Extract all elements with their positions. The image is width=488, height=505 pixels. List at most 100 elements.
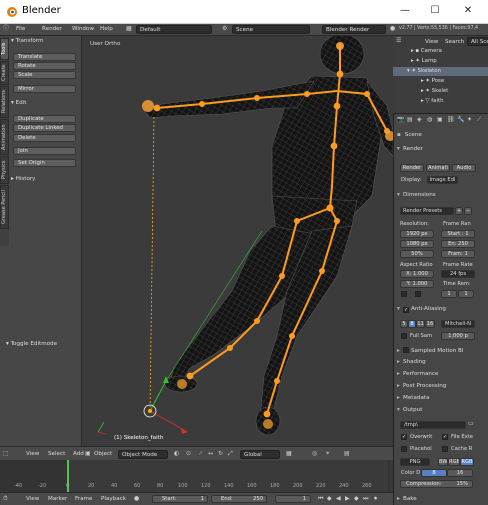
border-checkbox[interactable] [401,291,407,297]
transform-panel-header[interactable]: ▾ Transform [11,37,79,46]
3d-viewport[interactable]: User Ortho (1) Skeleton_faith [82,36,393,446]
proportional-edit-icon[interactable]: ◎ [312,450,317,458]
data-tab-icon[interactable]: ✦ [467,116,472,124]
next-keyframe-icon[interactable]: ◆ [354,495,359,503]
metadata-section-header[interactable]: ▸ Metadata [397,394,485,403]
output-section-header[interactable]: ▾ Output [397,406,485,415]
3d-view-type-icon[interactable]: ▣ [85,450,91,458]
aa-samples-16[interactable]: 16 [425,320,435,328]
audio-button[interactable]: Audio [452,164,476,172]
toggle-editmode-header[interactable]: ▾ Toggle Editmode [6,340,74,349]
resolution-percent-field[interactable]: 50% [400,250,434,258]
close-button[interactable]: ✕ [458,3,478,19]
duplicate-button[interactable]: Duplicate [13,115,76,123]
manipulator-icon[interactable]: ↗ [198,450,203,458]
scale-manip-icon[interactable]: ⤢ [228,450,233,458]
menu-file[interactable]: File [16,26,25,32]
jump-start-icon[interactable]: ⏮ [318,495,323,503]
viewport-shading-icon[interactable]: ◐ [174,450,179,458]
maximize-button[interactable]: ☐ [425,3,445,19]
file-format-select[interactable]: PNG [400,458,430,466]
play-icon[interactable]: ▶ [345,495,350,503]
outliner-search-menu[interactable]: Search [445,39,464,45]
resolution-y-field[interactable]: 1080 px [400,240,434,248]
scene-select[interactable]: Scene [232,25,310,34]
end-frame-field[interactable]: End: 250 [211,495,267,503]
file-extensions-checkbox[interactable]: ✓ [442,434,448,440]
tab-animation[interactable]: Animation [0,119,9,155]
set-origin-button[interactable]: Set Origin [13,159,76,167]
color-depth-16[interactable]: 16 [447,469,473,477]
outliner-editor-icon[interactable]: ☰ [396,37,401,45]
menu-render[interactable]: Render [42,26,62,32]
start-frame-field[interactable]: Start: 1 [152,495,208,503]
display-select[interactable]: Image Edi [427,176,458,184]
aspect-y-field[interactable]: Y: 1.000 [400,280,434,288]
outliner-item-skeleton[interactable]: ▾ ✦ Skeleton [393,67,488,76]
duplicate-linked-button[interactable]: Duplicate Linked [13,124,76,132]
outliner-item-lamp[interactable]: ▸ ✦ Lamp [393,57,488,66]
history-panel-header[interactable]: ▸ History [11,175,79,184]
motion-blur-checkbox[interactable] [403,347,409,353]
resolution-x-field[interactable]: 1920 px [400,230,434,238]
add-preset-button[interactable]: + [455,207,463,215]
aa-samples-5[interactable]: 5 [400,320,408,328]
animation-button[interactable]: Animati [426,164,450,172]
menu-object[interactable]: Object [94,451,112,457]
editor-type-icon[interactable]: ⓘ [3,25,9,33]
translate-manip-icon[interactable]: ↔ [208,450,213,458]
pivot-point-icon[interactable]: ⊙ [186,450,191,458]
output-path-field[interactable]: /tmp\ [400,421,466,429]
remove-preset-button[interactable]: − [464,207,472,215]
anti-aliasing-checkbox[interactable]: ✓ [403,307,409,313]
tab-tools[interactable]: Tools [0,38,9,60]
render-engine-select[interactable]: Blender Render [322,25,386,34]
dimensions-section-header[interactable]: ▾ Dimensions [397,191,485,200]
aa-samples-11[interactable]: 11 [416,320,425,328]
prev-keyframe-icon[interactable]: ◆ [327,495,332,503]
object-tab-icon[interactable]: ▣ [437,116,443,124]
menu-view[interactable]: View [26,451,39,457]
fps-select[interactable]: 24 fps [441,270,475,278]
bone-tab-icon[interactable]: ⟋ [477,116,481,124]
aa-filter-select[interactable]: Mitchell-N [441,320,475,328]
outliner-item-skelet[interactable]: ▸ ✦ Skelet [393,87,488,96]
time-remap-old-field[interactable]: 1 [441,290,457,298]
layers-icon[interactable]: ▦ [286,450,292,458]
menu-window[interactable]: Window [72,26,94,32]
compression-field[interactable]: Compression: 15% [400,480,473,488]
play-reverse-icon[interactable]: ◀ [336,495,341,503]
menu-add[interactable]: Add [73,451,84,457]
full-sample-checkbox[interactable] [401,333,407,339]
delete-button[interactable]: Delete [13,134,76,142]
timeline-menu-marker[interactable]: Marker [48,496,67,502]
timeline[interactable] [0,460,393,492]
3d-view-editor-icon[interactable]: ⬚ [3,450,9,458]
menu-select[interactable]: Select [48,451,65,457]
frame-step-field[interactable]: Fram: 1 [441,250,475,258]
frame-end-field[interactable]: En: 250 [441,240,475,248]
y-axis-arrow[interactable] [149,380,167,412]
timeline-menu-playback[interactable]: Playback [101,496,126,502]
rotate-button[interactable]: Rotate [13,62,76,70]
modifiers-tab-icon[interactable]: 🔧 [457,116,464,124]
cache-result-checkbox[interactable] [442,446,448,452]
color-bw-button[interactable]: BW [438,458,448,466]
world-tab-icon[interactable]: ◍ [427,116,432,124]
screen-layout-icon[interactable]: ▦ [126,25,132,33]
aspect-x-field[interactable]: X: 1.000 [400,270,434,278]
time-remap-new-field[interactable]: 1 [458,290,474,298]
scene-tab-icon[interactable]: ◈ [417,116,422,124]
current-frame-field[interactable]: 1 [275,495,311,503]
outliner-item-camera[interactable]: ▸ ▪ Camera [393,47,488,56]
render-layers-tab-icon[interactable]: ▤ [407,116,413,124]
render-section-header[interactable]: ▾ Render [397,145,485,154]
join-button[interactable]: Join [13,147,76,155]
bake-section-header[interactable]: ▸ Bake [397,495,485,504]
translate-button[interactable]: Translate [13,53,76,61]
mirror-button[interactable]: Mirror [13,85,76,93]
placeholders-checkbox[interactable] [401,446,407,452]
scale-button[interactable]: Scale [13,71,76,79]
jump-end-icon[interactable]: ⏭ [363,495,368,503]
edit-panel-header[interactable]: ▾ Edit [11,99,79,108]
